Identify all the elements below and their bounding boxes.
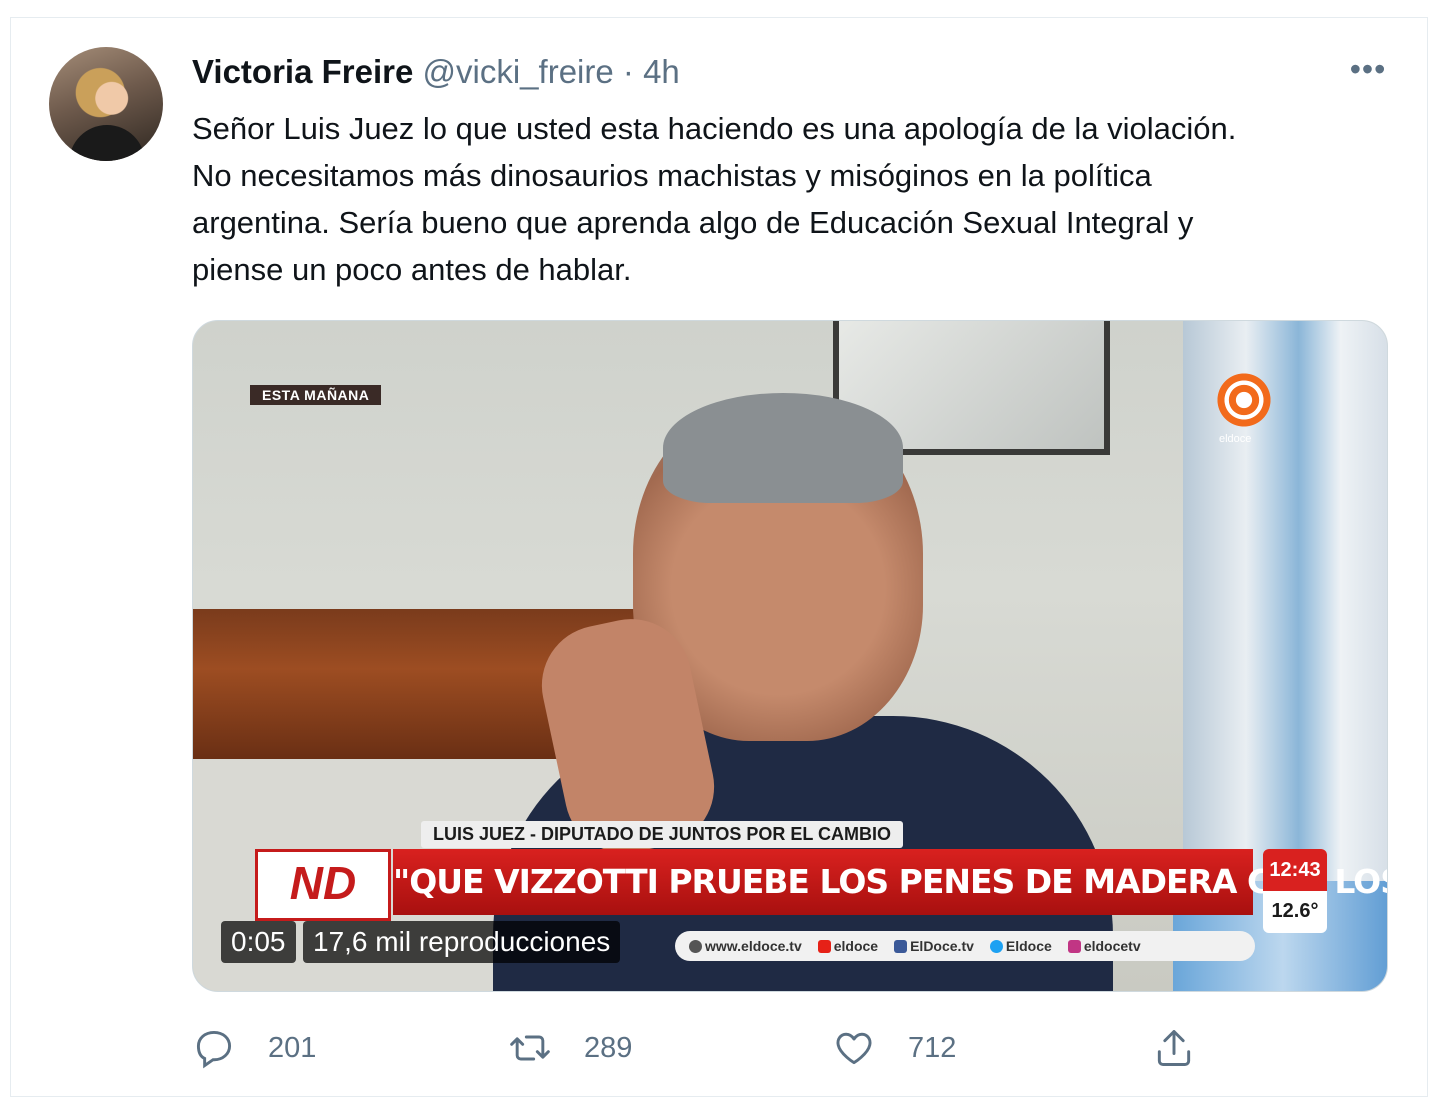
header-separator: · [622, 53, 634, 90]
speaker-caption: LUIS JUEZ - DIPUTADO DE JUNTOS POR EL CA… [421, 821, 904, 848]
youtube-icon [817, 940, 831, 953]
tweet-time[interactable]: 4h [643, 53, 680, 90]
retweet-icon [510, 1035, 550, 1061]
clock-widget: 12:43 12.6° [1263, 849, 1327, 933]
tweet-text-line: argentina. Sería bueno que aprenda algo … [192, 205, 1194, 240]
like-count: 712 [908, 1031, 957, 1064]
tweet-header: Victoria Freire @vicki_freire · 4h [192, 52, 680, 92]
clock-time: 12:43 [1263, 849, 1327, 891]
author-handle[interactable]: @vicki_freire [423, 53, 614, 90]
more-options-icon[interactable]: ••• [1348, 53, 1388, 86]
tweet-text-line: piense un poco antes de hablar. [192, 252, 632, 287]
reply-button[interactable]: 201 [192, 1020, 316, 1076]
social-label: eldoce [833, 938, 879, 954]
social-facebook: ElDoce.tv [894, 931, 974, 961]
social-web: www.eldoce.tv [689, 931, 802, 961]
news-headline: "QUE VIZZOTTI PRUEBE LOS PENES DE MADERA… [393, 849, 1387, 915]
share-icon [1157, 1030, 1191, 1066]
social-ticker: www.eldoce.tv eldoce ElDoce.tv Eldoce el… [675, 931, 1255, 961]
video-player[interactable]: ESTA MAÑANA eldoce LUIS JUEZ - DIPUTADO … [192, 320, 1388, 992]
broadcast-tag: ESTA MAÑANA [250, 385, 382, 405]
avatar[interactable] [49, 47, 163, 161]
tweet-text: Señor Luis Juez lo que usted esta hacien… [192, 105, 1392, 293]
video-elapsed-time: 0:05 [221, 921, 296, 963]
reply-icon [196, 1030, 232, 1069]
social-instagram: eldocetv [1067, 931, 1141, 961]
tweet-text-line: Señor Luis Juez lo que usted esta hacien… [192, 111, 1237, 146]
social-label: Eldoce [1005, 938, 1052, 954]
program-logo: ND [255, 849, 391, 921]
facebook-icon [894, 940, 908, 953]
author-name[interactable]: Victoria Freire [192, 53, 413, 90]
tweet-actions: 201 289 712 [192, 1020, 1402, 1076]
social-twitter: Eldoce [989, 931, 1052, 961]
video-view-count: 17,6 mil reproducciones [303, 921, 621, 963]
reply-count: 201 [268, 1031, 317, 1064]
social-label: ElDoce.tv [910, 938, 974, 954]
share-button[interactable] [1152, 1020, 1196, 1076]
twitter-icon [989, 940, 1003, 953]
social-youtube: eldoce [817, 931, 879, 961]
person-hair [663, 393, 903, 503]
social-label: www.eldoce.tv [705, 938, 802, 954]
retweet-button[interactable]: 289 [508, 1020, 632, 1076]
channel-logo-icon [1213, 369, 1275, 431]
like-button[interactable]: 712 [832, 1020, 956, 1076]
retweet-count: 289 [584, 1031, 633, 1064]
avatar-figure [69, 125, 145, 161]
globe-icon [689, 940, 702, 953]
clock-temperature: 12.6° [1271, 900, 1319, 922]
instagram-icon [1067, 940, 1081, 953]
channel-logo-text: eldoce [1219, 433, 1252, 445]
heart-icon [836, 1032, 872, 1065]
social-label: eldocetv [1083, 938, 1141, 954]
tweet-text-line: No necesitamos más dinosaurios machistas… [192, 158, 1152, 193]
